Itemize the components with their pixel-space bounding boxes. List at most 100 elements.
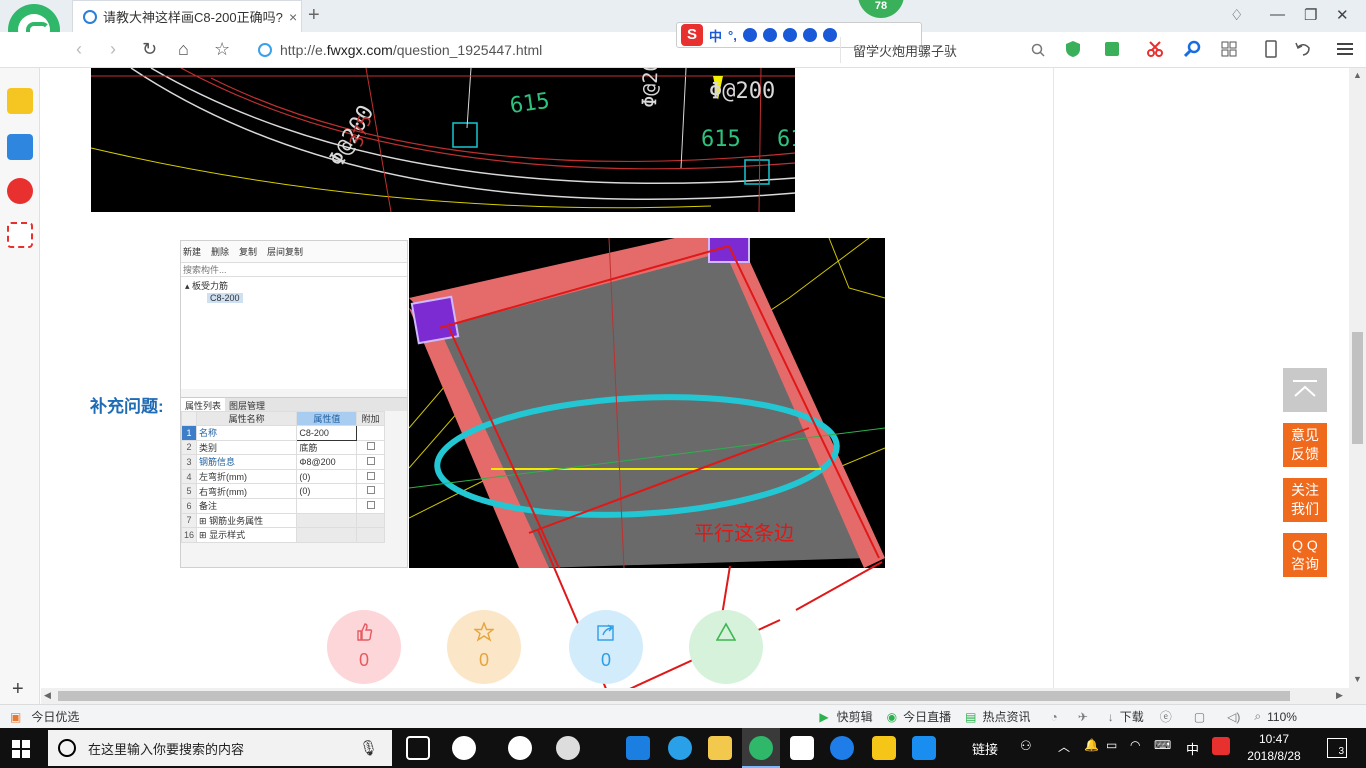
status-download[interactable]: 下载 xyxy=(1120,708,1144,725)
tray-links[interactable]: 链接 xyxy=(972,739,998,758)
bookmark-star-icon[interactable]: ☆ xyxy=(214,39,230,60)
search-suggestion[interactable]: 留学火炮用骡子驮 xyxy=(853,41,1031,60)
float-follow-label: 关注 我们 xyxy=(1291,482,1319,517)
search-box[interactable]: 留学火炮用骡子驮 xyxy=(840,37,1045,63)
favorites-star-icon[interactable] xyxy=(7,88,33,114)
edge-browser-icon[interactable] xyxy=(508,736,532,760)
mic-icon[interactable]: 🎙 xyxy=(359,739,378,757)
new-tab-button[interactable]: + xyxy=(308,4,320,27)
voice-icon[interactable] xyxy=(762,28,777,42)
minimize-icon[interactable]: — xyxy=(1270,6,1285,23)
ie-icon[interactable] xyxy=(668,736,692,760)
zoom-level[interactable]: 110% xyxy=(1267,710,1297,724)
window-icon[interactable]: ▢ xyxy=(1194,710,1205,724)
edge-icon[interactable] xyxy=(626,736,650,760)
report-button[interactable] xyxy=(689,610,763,684)
refresh-icon[interactable]: ↻ xyxy=(142,39,157,60)
status-clip[interactable]: 快剪辑 xyxy=(837,708,873,725)
back-icon[interactable]: ‹ xyxy=(76,39,82,60)
status-live[interactable]: 今日直播 xyxy=(903,708,951,725)
restore-icon[interactable]: ❐ xyxy=(1304,6,1317,24)
mail-at-icon[interactable] xyxy=(7,222,33,248)
taskbar-search[interactable]: 在这里输入你要搜索的内容 🎙 xyxy=(48,730,392,766)
sogou-ime-icon[interactable]: S xyxy=(681,24,703,46)
feedback-button[interactable]: 意见 反馈 xyxy=(1283,423,1327,467)
apps-grid-icon[interactable] xyxy=(1220,40,1238,58)
tools-wrench-icon[interactable] xyxy=(822,28,837,42)
scroll-right-icon[interactable]: ▶ xyxy=(1336,690,1343,701)
scroll-up-icon[interactable]: ▲ xyxy=(1353,70,1362,80)
sogou-tray-icon[interactable] xyxy=(1212,737,1230,755)
back-to-top-button[interactable] xyxy=(1283,368,1327,412)
taskbar-clock[interactable]: 10:47 2018/8/28 xyxy=(1244,731,1304,765)
tab-active[interactable]: 请教大神这样画C8-200正确吗? × xyxy=(72,0,302,32)
question-image-1[interactable]: Φ@200 615 Φ@200 Φ@200 615 61 375 xyxy=(91,68,795,212)
forward-icon[interactable]: › xyxy=(110,39,116,60)
app-spiral-icon[interactable] xyxy=(556,736,580,760)
property-panel-image[interactable]: 新建 删除 复制 层间复制 搜索构件... ▴ 板受力筋 C8-200 属性列表… xyxy=(180,240,408,568)
reader-list-icon[interactable] xyxy=(7,134,33,160)
keyboard-icon[interactable] xyxy=(782,28,797,42)
emoji-icon[interactable] xyxy=(742,28,757,42)
pin-icon[interactable]: ✈ xyxy=(1078,710,1088,724)
cad-label-3: Φ@200 xyxy=(637,68,663,108)
notes-icon[interactable] xyxy=(872,736,896,760)
fan-app-icon[interactable] xyxy=(452,736,476,760)
share-icon xyxy=(596,622,616,642)
undo-icon[interactable] xyxy=(1294,40,1312,58)
ie-mode-icon[interactable]: ⓔ xyxy=(1160,708,1172,725)
status-news[interactable]: 热点资讯 xyxy=(982,708,1030,725)
menu-icon[interactable] xyxy=(1336,40,1354,58)
wifi-icon[interactable]: ◠ xyxy=(1130,738,1140,752)
property-value xyxy=(296,497,358,514)
clip-icon: ▶ xyxy=(819,709,829,724)
translate-icon[interactable] xyxy=(1104,40,1122,58)
browser-360-icon[interactable] xyxy=(749,736,773,760)
mobile-icon[interactable] xyxy=(1262,40,1280,58)
close-window-icon[interactable]: ✕ xyxy=(1336,6,1349,24)
qq-consult-button[interactable]: Q Q 咨询 xyxy=(1283,533,1327,577)
mail-icon[interactable] xyxy=(790,736,814,760)
battery-icon[interactable]: ▭ xyxy=(1106,738,1117,752)
action-center-icon[interactable]: 3 xyxy=(1327,738,1347,758)
volume-icon[interactable]: ◁) xyxy=(1227,710,1240,724)
skin-icon[interactable]: ♢ xyxy=(1230,6,1243,24)
speed-icon[interactable]: ◔ xyxy=(1050,710,1057,724)
gift-icon: ▣ xyxy=(10,709,22,724)
question-image-2[interactable]: 平行这条边 xyxy=(409,238,885,568)
screenshot-scissors-icon[interactable] xyxy=(1146,40,1164,58)
app-plus-icon[interactable] xyxy=(912,736,936,760)
scroll-left-icon[interactable]: ◀ xyxy=(44,690,51,701)
url-text[interactable]: http://e.fwxgx.com/question_1925447.html xyxy=(280,42,542,58)
ime-lang[interactable]: 中 xyxy=(709,26,722,45)
horizontal-scroll-thumb[interactable] xyxy=(58,691,1290,701)
skin-shirt-icon[interactable] xyxy=(802,28,817,42)
keyboard-tray-icon[interactable]: ⌨ xyxy=(1154,738,1171,752)
vertical-scroll-thumb[interactable] xyxy=(1352,332,1363,444)
follow-us-button[interactable]: 关注 我们 xyxy=(1283,478,1327,522)
safety-shield-icon[interactable] xyxy=(1064,40,1082,58)
tray-input-language[interactable]: 中 xyxy=(1186,739,1199,758)
home-icon[interactable]: ⌂ xyxy=(178,39,189,60)
ime-punct[interactable]: °, xyxy=(728,28,737,43)
windows-start-icon[interactable] xyxy=(12,740,30,758)
find-icon[interactable] xyxy=(1184,40,1202,58)
scroll-down-icon[interactable]: ▼ xyxy=(1353,674,1362,684)
expand-icon: ⊞ xyxy=(199,530,210,541)
daily-picks-link[interactable]: 今日优选 xyxy=(31,708,79,725)
sidebar-add-button[interactable]: + xyxy=(12,678,24,701)
weibo-icon[interactable] xyxy=(7,178,33,204)
favorite-button[interactable]: 0 xyxy=(447,610,521,684)
search-icon[interactable] xyxy=(1031,43,1045,57)
zoom-icon[interactable]: ⌕ xyxy=(1254,709,1261,724)
address-bar[interactable]: http://e.fwxgx.com/question_1925447.html xyxy=(258,37,668,63)
tray-expand-icon[interactable]: ︿ xyxy=(1058,738,1070,755)
like-button[interactable]: 0 xyxy=(327,610,401,684)
app-g-icon[interactable] xyxy=(830,736,854,760)
task-view-icon[interactable] xyxy=(406,736,430,760)
people-icon[interactable]: ⚇ xyxy=(1020,738,1032,754)
tray-bell-icon[interactable]: 🔔 xyxy=(1084,738,1099,752)
file-explorer-icon[interactable] xyxy=(708,736,732,760)
tab-close-icon[interactable]: × xyxy=(289,9,297,25)
share-button[interactable]: 0 xyxy=(569,610,643,684)
